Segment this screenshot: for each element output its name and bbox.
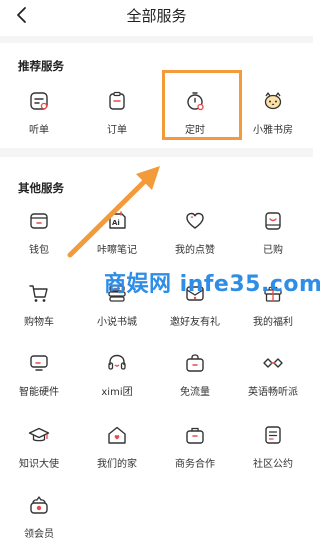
graduation-icon (28, 427, 50, 442)
highlight-box (162, 70, 242, 140)
service-item-purchased[interactable]: 已购 (234, 210, 312, 266)
heart-icon (186, 212, 204, 229)
service-item-xiaoya-study[interactable]: 小雅书房 (234, 90, 312, 146)
playlist-icon (30, 92, 48, 110)
header-divider (0, 36, 313, 43)
service-item-english-listening[interactable]: 英语畅听派 (234, 352, 312, 408)
page-title: 全部服务 (126, 7, 187, 25)
tv-icon (30, 355, 48, 371)
service-item-label: 小说书城 (97, 317, 137, 328)
service-item-ximi-group[interactable]: ximi团 (78, 352, 156, 408)
vip-icon (30, 496, 48, 514)
service-item-label: 社区公约 (253, 459, 293, 470)
service-item-cart[interactable]: 购物车 (0, 282, 78, 338)
header: 全部服务 (0, 0, 313, 34)
home-icon (108, 426, 126, 444)
service-item-label: 商务合作 (175, 459, 215, 470)
section-title-other: 其他服务 (18, 181, 64, 195)
service-item-label: 听单 (29, 125, 49, 136)
section-title-recommended: 推荐服务 (18, 59, 64, 73)
service-item-label: ximi团 (101, 387, 133, 398)
service-item-business-cooperation[interactable]: 商务合作 (156, 424, 234, 480)
service-item-label: 智能硬件 (19, 387, 59, 398)
service-item-label: 我的福利 (253, 317, 293, 328)
pointer-arrow (67, 166, 160, 258)
service-item-label: 订单 (107, 125, 127, 136)
service-item-our-home[interactable]: 我们的家 (78, 424, 156, 480)
section-divider (0, 148, 313, 157)
headset-icon (108, 354, 126, 370)
bag-icon (186, 354, 204, 372)
service-item-label: 我们的家 (97, 459, 137, 470)
purchased-icon (265, 212, 281, 230)
clipboard-icon (109, 91, 125, 110)
service-item-listen-list[interactable]: 听单 (0, 90, 78, 146)
service-item-label: 购物车 (24, 317, 54, 328)
briefcase-icon (186, 427, 204, 444)
service-item-label: 邀好友有礼 (170, 317, 220, 328)
service-item-orders[interactable]: 订单 (78, 90, 156, 146)
link-icon (263, 358, 283, 368)
service-item-label: 已购 (263, 245, 283, 256)
service-item-smart-hardware[interactable]: 智能硬件 (0, 352, 78, 408)
cart-icon (29, 285, 48, 302)
service-item-label: 领会员 (24, 529, 54, 540)
service-item-free-data[interactable]: 免流量 (156, 352, 234, 408)
service-item-knowledge-ambassador[interactable]: 知识大使 (0, 424, 78, 480)
service-item-label: 知识大使 (19, 459, 59, 470)
service-item-label: 小雅书房 (253, 125, 293, 136)
cat-icon (264, 92, 282, 110)
service-item-label: 英语畅听派 (248, 387, 298, 398)
watermark-text: 商娱网 infe35.com (104, 272, 320, 297)
service-item-label: 免流量 (180, 387, 210, 398)
service-item-get-membership[interactable]: 领会员 (0, 494, 78, 550)
service-item-community-rules[interactable]: 社区公约 (234, 424, 312, 480)
wallet-icon (30, 213, 48, 229)
document-icon (265, 426, 281, 444)
